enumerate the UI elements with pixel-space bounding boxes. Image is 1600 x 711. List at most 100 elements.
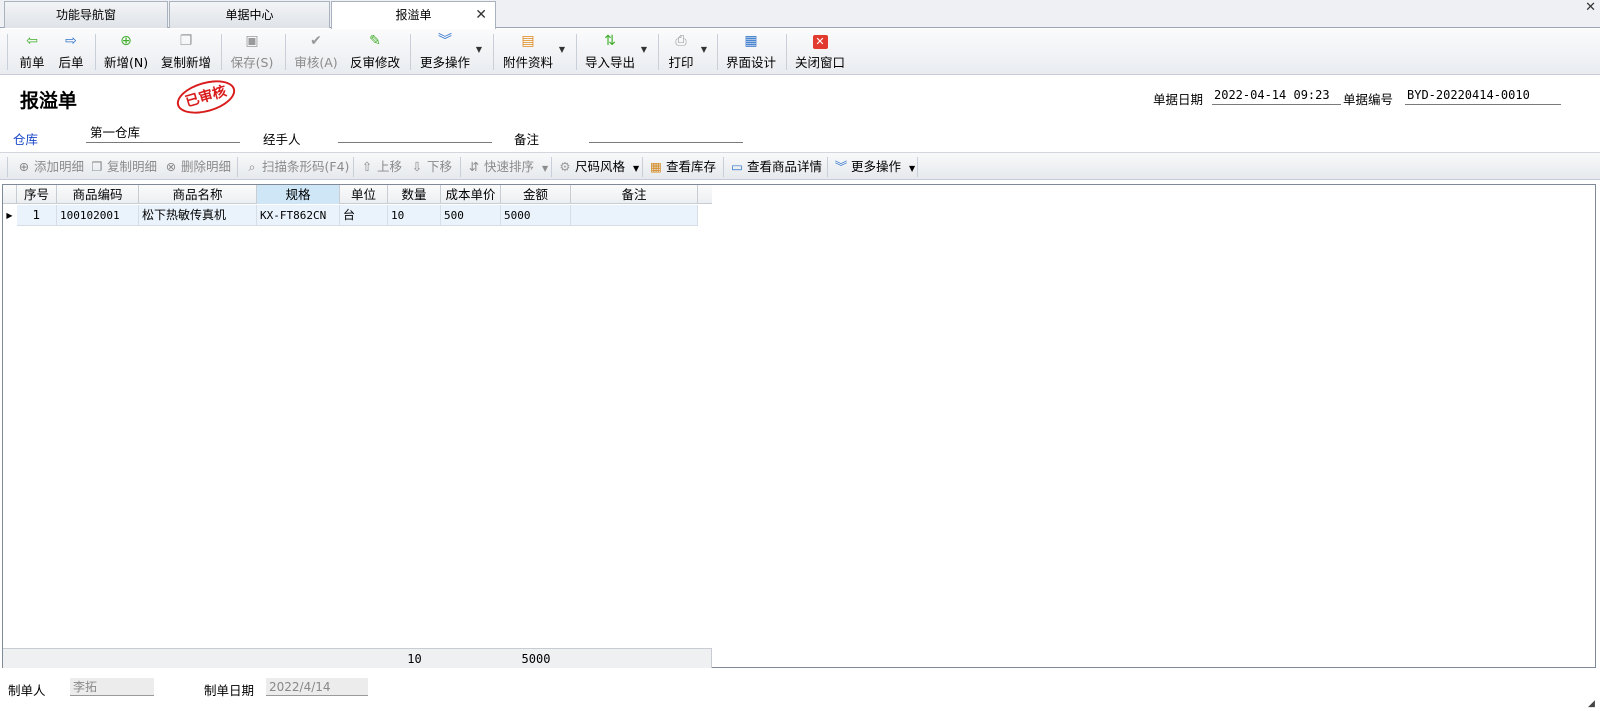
close-window-button[interactable]: ✕ 关闭窗口: [795, 33, 845, 71]
remove-circle-icon: ⊗: [165, 159, 177, 174]
detail-grid[interactable]: 序号 商品编码 商品名称 规格 单位 数量 成本单价 金额 备注 ▶ 1 100…: [2, 184, 1596, 668]
doc-number-field[interactable]: BYD-20220414-0010: [1405, 87, 1561, 105]
doc-date-label: 单据日期: [1153, 92, 1204, 107]
cell-code[interactable]: 100102001: [57, 205, 139, 226]
maker-label: 制单人: [8, 683, 46, 698]
scanner-icon: ⌕: [248, 159, 256, 174]
save-button[interactable]: ▣ 保存(S): [230, 33, 274, 71]
doc-date-field[interactable]: 2022-04-14 09:23: [1212, 87, 1341, 105]
quick-sort-button[interactable]: ⇵ 快速排序 ▼: [466, 153, 548, 180]
col-header-qty[interactable]: 数量: [388, 185, 441, 204]
printer-icon: ⎙: [675, 33, 687, 49]
warehouse-label-link[interactable]: 仓库: [13, 129, 38, 148]
button-label: 更多操作: [851, 159, 902, 174]
sort-icon: ⇵: [468, 159, 480, 174]
remark-field[interactable]: [589, 125, 743, 143]
tab-label: 报溢单: [395, 8, 432, 22]
review-button[interactable]: ✔ 审核(A): [294, 33, 338, 71]
arrow-down-icon: ⇩: [411, 159, 423, 174]
toolbar-separator: [917, 157, 918, 177]
attachments-button[interactable]: ▤ 附件资料 ▼: [503, 33, 565, 71]
maker-field: 李拓: [70, 678, 154, 696]
grid-header: 序号 商品编码 商品名称 规格 单位 数量 成本单价 金额 备注: [3, 185, 712, 204]
grid-summary-footer: 10 5000: [3, 648, 712, 668]
copy-new-button[interactable]: ❐ 复制新增: [161, 33, 211, 71]
view-product-detail-button[interactable]: ▭ 查看商品详情: [729, 153, 822, 180]
col-header-amount[interactable]: 金额: [501, 185, 571, 204]
col-header-seq[interactable]: 序号: [17, 185, 57, 204]
move-down-button[interactable]: ⇩ 下移: [409, 153, 452, 180]
double-chevron-down-icon: ︾: [438, 33, 452, 49]
new-button[interactable]: ⊕ 新增(N): [104, 33, 148, 71]
cell-qty[interactable]: 10: [388, 205, 441, 226]
tab-overflow-report[interactable]: 报溢单 ✕: [331, 1, 496, 29]
cell-unit-cost[interactable]: 500: [441, 205, 501, 226]
tab-label: 功能导航窗: [55, 8, 116, 22]
col-header-unit-cost[interactable]: 成本单价: [441, 185, 501, 204]
button-label: 导入导出: [585, 55, 636, 70]
tab-function-navigation[interactable]: 功能导航窗: [4, 1, 168, 28]
tab-document-center[interactable]: 单据中心: [169, 1, 330, 28]
dropdown-arrow-icon: ▼: [633, 164, 640, 173]
toolbar-separator: [642, 157, 643, 177]
print-button[interactable]: ⎙ 打印 ▼: [667, 33, 707, 71]
gear-icon: ⚙: [559, 159, 571, 174]
copy-detail-button[interactable]: ❐ 复制明细: [89, 153, 157, 180]
add-circle-icon: ⊕: [120, 33, 132, 49]
col-header-spec[interactable]: 规格: [257, 185, 340, 204]
add-detail-button[interactable]: ⊕ 添加明细: [16, 153, 84, 180]
main-toolbar: ⇦ 前单 ⇨ 后单 ⊕ 新增(N) ❐ 复制新增 ▣ 保存(S) ✔ 审核(A)…: [0, 29, 1600, 75]
dropdown-arrow-icon: ▼: [640, 45, 647, 54]
table-icon: ▦: [650, 159, 662, 174]
cell-amount[interactable]: 5000: [501, 205, 571, 226]
toolbar-separator: [410, 34, 411, 70]
handler-field[interactable]: [338, 125, 492, 143]
button-label: 下移: [427, 159, 453, 174]
cell-name[interactable]: 松下热敏传真机: [139, 205, 257, 226]
check-circle-icon: ✔: [310, 33, 322, 49]
toolbar-grip: [7, 157, 8, 177]
move-up-button[interactable]: ⇧ 上移: [359, 153, 402, 180]
col-header-remark[interactable]: 备注: [571, 185, 698, 204]
scan-barcode-button[interactable]: ⌕ 扫描条形码(F4): [244, 153, 349, 180]
current-row-indicator-icon: ▶: [6, 211, 13, 220]
remark-label: 备注: [514, 132, 540, 147]
double-chevron-down-icon: ︾: [834, 159, 848, 174]
warehouse-field[interactable]: 第一仓库: [86, 125, 240, 143]
more-operations-button[interactable]: ︾ 更多操作 ▼: [420, 33, 482, 71]
col-header-name[interactable]: 商品名称: [139, 185, 257, 204]
button-label: 打印: [668, 55, 694, 70]
col-header-code[interactable]: 商品编码: [57, 185, 139, 204]
cell-unit[interactable]: 台: [340, 205, 388, 226]
cell-spec[interactable]: KX-FT862CN: [257, 205, 340, 226]
window-close-icon[interactable]: ✕: [1585, 0, 1596, 15]
button-label: 新增(N): [104, 55, 149, 70]
cell-seq[interactable]: 1: [17, 205, 57, 226]
button-label: 复制明细: [107, 159, 158, 174]
toolbar-separator: [493, 34, 494, 70]
next-doc-button[interactable]: ⇨ 后单: [57, 33, 85, 71]
toolbar-grip: [7, 34, 8, 70]
prev-doc-button[interactable]: ⇦ 前单: [18, 33, 46, 71]
toolbar-separator: [221, 34, 222, 70]
toolbar-separator: [353, 157, 354, 177]
document-tab-bar: 功能导航窗 单据中心 报溢单 ✕ ✕: [0, 0, 1600, 29]
import-export-button[interactable]: ⇅ 导入导出 ▼: [585, 33, 647, 71]
button-label: 上移: [377, 159, 403, 174]
col-header-unit[interactable]: 单位: [340, 185, 388, 204]
ui-design-button[interactable]: ▦ 界面设计: [726, 33, 776, 71]
detail-more-operations-button[interactable]: ︾ 更多操作 ▼: [833, 153, 915, 180]
size-style-button[interactable]: ⚙ 尺码风格 ▼: [557, 153, 639, 180]
cell-remark[interactable]: [571, 205, 698, 226]
make-date-field: 2022/4/14: [266, 678, 368, 696]
delete-detail-button[interactable]: ⊗ 删除明细: [163, 153, 231, 180]
toolbar-separator: [460, 157, 461, 177]
button-label: 快速排序: [484, 159, 535, 174]
view-stock-button[interactable]: ▦ 查看库存: [648, 153, 716, 180]
tab-close-icon[interactable]: ✕: [475, 2, 487, 29]
table-row[interactable]: 1 100102001 松下热敏传真机 KX-FT862CN 台 10 500 …: [17, 205, 698, 226]
toolbar-separator: [576, 34, 577, 70]
resize-grip-icon[interactable]: ◢: [1588, 699, 1598, 709]
button-label: 扫描条形码(F4): [262, 159, 350, 174]
unreview-edit-button[interactable]: ✎ 反审修改: [350, 33, 400, 71]
